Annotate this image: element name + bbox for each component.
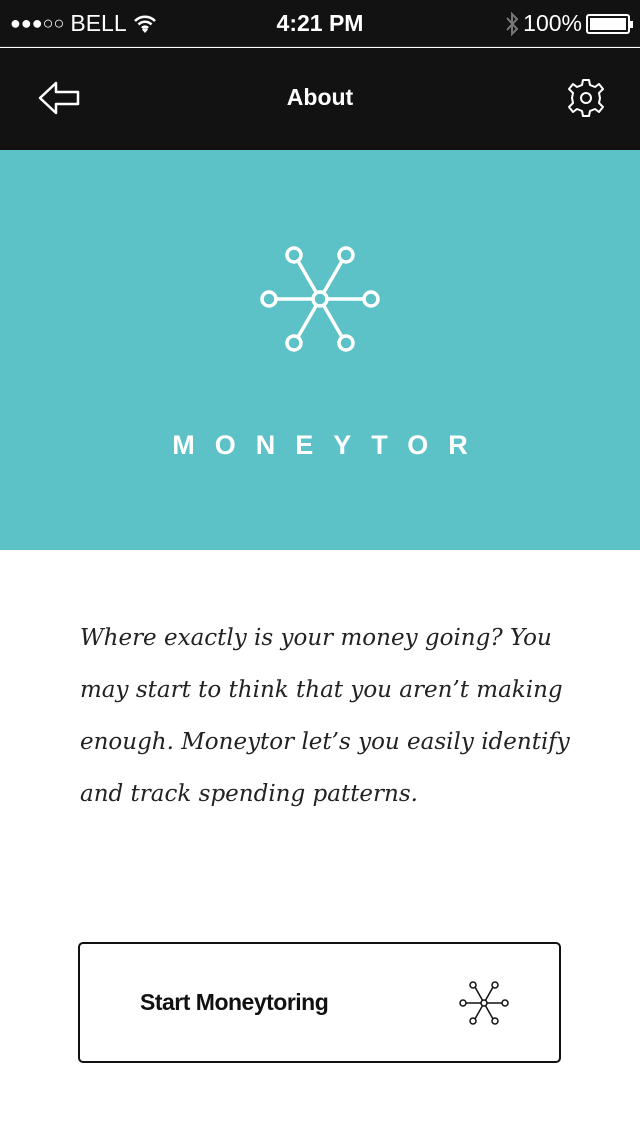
hero-banner: MONEYTOR bbox=[0, 150, 640, 550]
battery-percent: 100% bbox=[523, 10, 582, 36]
start-moneytoring-button[interactable]: Start Moneytoring bbox=[78, 942, 561, 1063]
gear-icon[interactable] bbox=[566, 78, 606, 118]
app-description: Where exactly is your money going? You m… bbox=[80, 625, 570, 807]
nav-bar: About bbox=[0, 48, 640, 150]
page-title: About bbox=[286, 84, 354, 110]
bluetooth-icon bbox=[506, 11, 519, 36]
network-node-icon bbox=[459, 981, 509, 1025]
battery-icon bbox=[586, 13, 633, 34]
status-bar: ●●●○○ BELL 4:21 PM 100% bbox=[0, 0, 640, 47]
brand-name: MONEYTOR bbox=[172, 430, 488, 460]
button-label: Start Moneytoring bbox=[140, 989, 329, 1015]
network-node-icon bbox=[260, 246, 380, 352]
